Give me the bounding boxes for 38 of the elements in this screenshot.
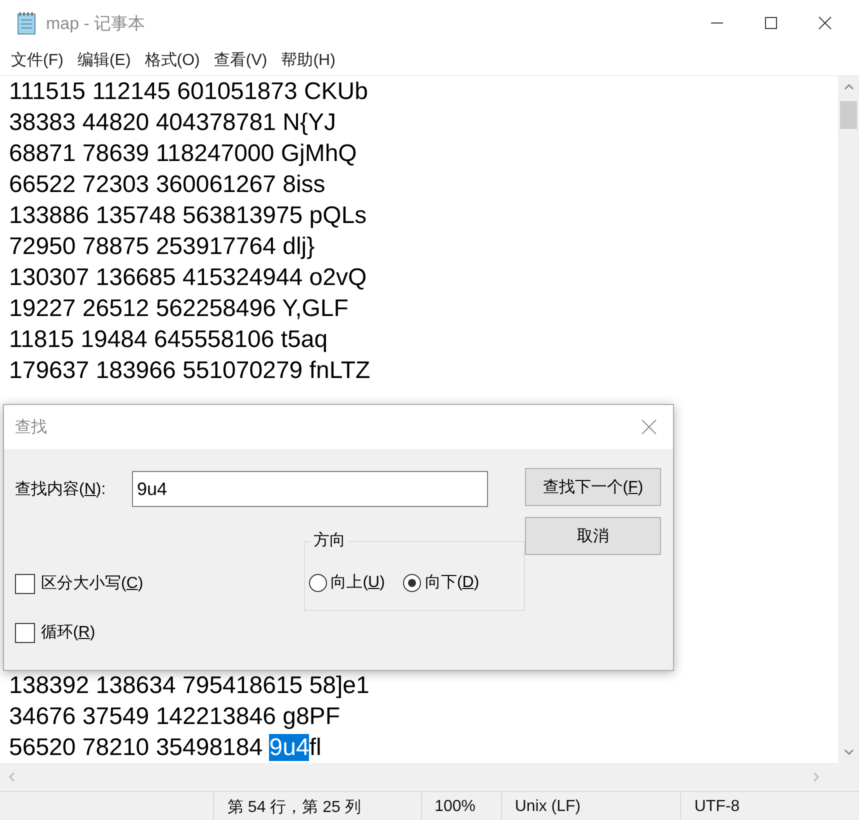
field-label: 查找内容(N):: [15, 480, 107, 500]
text-line: 138392 138634 795418615 58]e1: [9, 671, 370, 701]
radio-button[interactable]: 向上(U): [308, 572, 385, 593]
scrollbar-thumb[interactable]: [840, 101, 857, 129]
horizontal-scrollbar[interactable]: [0, 763, 838, 791]
checkbox[interactable]: 循环(R): [15, 622, 304, 643]
text-line: 66522 72303 360061267 8iss: [9, 170, 326, 200]
window-title: map - 记事本: [46, 12, 146, 34]
close-icon[interactable]: [817, 15, 833, 31]
vertical-scrollbar[interactable]: [838, 76, 859, 763]
maximize-icon[interactable]: [763, 15, 779, 31]
text-line: 130307 136685 415324944 o2vQ: [9, 263, 368, 293]
menu-item[interactable]: 格式(O): [138, 50, 207, 71]
text-line: 133886 135748 563813975 pQLs: [9, 201, 368, 231]
checkbox[interactable]: 区分大小写(C): [15, 573, 304, 594]
dialog-title: 查找: [15, 418, 48, 438]
radio-button[interactable]: 向下(D): [402, 572, 480, 593]
find-input[interactable]: 9u4: [132, 471, 488, 507]
status-text: Unix (LF): [514, 798, 581, 816]
menu-item[interactable]: 文件(F): [4, 50, 70, 71]
menu-item[interactable]: 帮助(H): [274, 50, 342, 71]
menu-item[interactable]: 编辑(E): [70, 50, 138, 71]
status-text: 100%: [434, 798, 476, 816]
dialog-button[interactable]: 查找下一个(F): [525, 468, 661, 506]
text-line: 111515 112145 601051873 CKUb: [9, 77, 369, 107]
text-line: 179637 183966 551070279 fnLTZ: [9, 356, 372, 386]
text-line: 19227 26512 562258496 Y,GLF: [9, 294, 350, 324]
text-line: 11815 19484 645558106 t5aq: [9, 325, 329, 355]
text-line: 68871 78639 118247000 GjMhQ: [9, 139, 358, 169]
status-text: 第 54 行，第 25 列: [227, 798, 361, 818]
text-line: 56520 78210 35498184 9u4fl: [9, 733, 322, 763]
status-text: UTF-8: [694, 798, 740, 816]
text-line: 38383 44820 404378781 N{YJ: [9, 108, 337, 138]
text-line: 72950 78875 253917764 dlj}: [9, 232, 316, 262]
dialog-button[interactable]: 取消: [525, 517, 661, 555]
menu-item[interactable]: 查看(V): [206, 50, 274, 71]
text-line: 34676 37549 142213846 g8PF: [9, 702, 341, 732]
notepad-icon: [16, 11, 38, 35]
